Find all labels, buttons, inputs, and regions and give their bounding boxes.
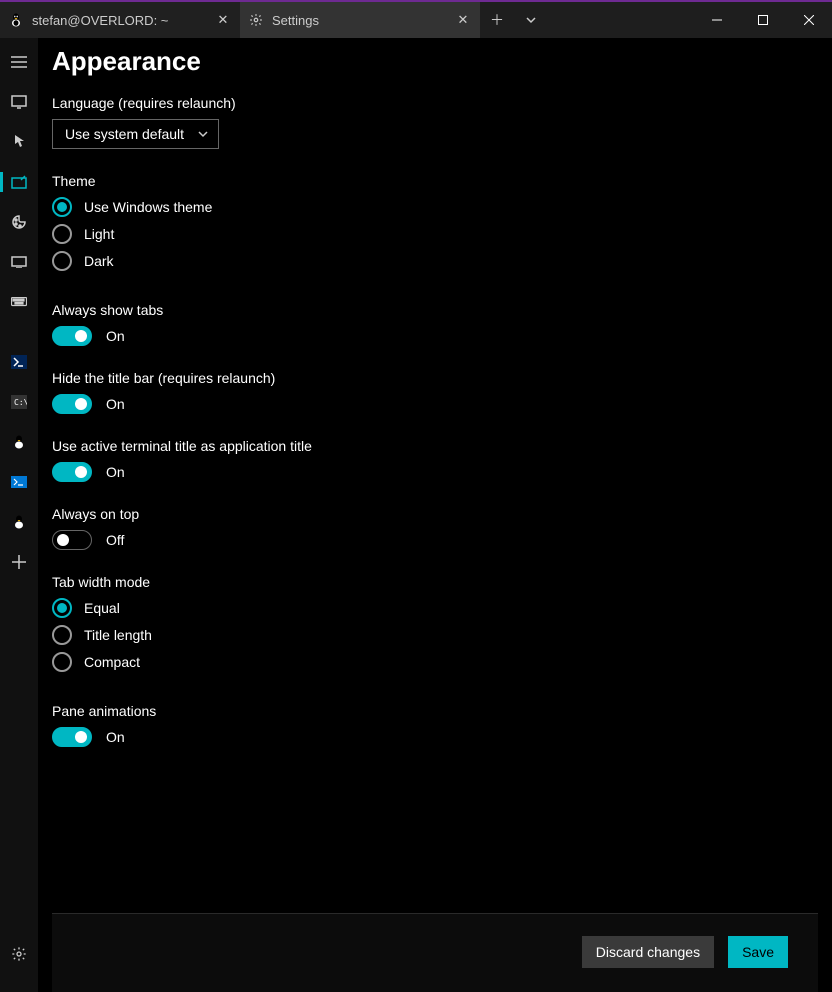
radio-icon	[52, 625, 72, 645]
hamburger-icon[interactable]	[0, 42, 38, 82]
radio-icon	[52, 598, 72, 618]
tab-label: stefan@OVERLORD: ~	[32, 13, 206, 28]
always-show-tabs-toggle[interactable]	[52, 326, 92, 346]
radio-label: Title length	[84, 627, 152, 643]
language-dropdown[interactable]: Use system default	[52, 119, 219, 149]
hide-title-bar-toggle[interactable]	[52, 394, 92, 414]
main-area: C:\ Appearance Language (requires relaun…	[0, 38, 832, 992]
setting-label: Tab width mode	[52, 574, 818, 590]
close-icon[interactable]: ✕	[454, 12, 472, 28]
setting-label: Pane animations	[52, 703, 818, 719]
use-active-title-toggle[interactable]	[52, 462, 92, 482]
tab-terminal[interactable]: stefan@OVERLORD: ~ ✕	[0, 2, 240, 38]
appearance-icon[interactable]	[0, 162, 38, 202]
setting-label: Theme	[52, 173, 818, 189]
tab-dropdown-button[interactable]	[514, 15, 548, 25]
tab-actions: ＋	[480, 2, 548, 38]
toggle-state: On	[106, 396, 125, 412]
settings-sidebar: C:\	[0, 38, 38, 992]
chevron-down-icon	[198, 129, 208, 139]
svg-text:C:\: C:\	[14, 398, 27, 407]
tab-label: Settings	[272, 13, 446, 28]
setting-always-on-top: Always on top Off	[52, 506, 818, 550]
setting-label: Language (requires relaunch)	[52, 95, 818, 111]
page-title: Appearance	[52, 46, 818, 77]
radio-label: Dark	[84, 253, 114, 269]
discard-button[interactable]: Discard changes	[582, 936, 714, 968]
radio-icon	[52, 197, 72, 217]
setting-label: Hide the title bar (requires relaunch)	[52, 370, 818, 386]
radio-label: Use Windows theme	[84, 199, 212, 215]
tab-settings[interactable]: Settings ✕	[240, 2, 480, 38]
setting-pane-animations: Pane animations On	[52, 703, 818, 747]
theme-option-windows[interactable]: Use Windows theme	[52, 197, 818, 217]
actions-icon[interactable]	[0, 282, 38, 322]
setting-always-show-tabs: Always show tabs On	[52, 302, 818, 346]
gear-icon	[248, 12, 264, 28]
setting-theme: Theme Use Windows theme Light Dark	[52, 173, 818, 278]
profile-azure-icon[interactable]	[0, 462, 38, 502]
setting-use-active-title: Use active terminal title as application…	[52, 438, 818, 482]
color-schemes-icon[interactable]	[0, 202, 38, 242]
setting-hide-title-bar: Hide the title bar (requires relaunch) O…	[52, 370, 818, 414]
always-on-top-toggle[interactable]	[52, 530, 92, 550]
minimize-button[interactable]	[694, 2, 740, 38]
setting-label: Use active terminal title as application…	[52, 438, 818, 454]
startup-icon[interactable]	[0, 82, 38, 122]
radio-icon	[52, 652, 72, 672]
setting-label: Always show tabs	[52, 302, 818, 318]
profile-linux-icon[interactable]	[0, 422, 38, 462]
setting-tab-width-mode: Tab width mode Equal Title length Compac…	[52, 574, 818, 679]
tabwidth-option-equal[interactable]: Equal	[52, 598, 818, 618]
tabwidth-option-titlelength[interactable]: Title length	[52, 625, 818, 645]
setting-label: Always on top	[52, 506, 818, 522]
new-tab-button[interactable]: ＋	[480, 10, 514, 30]
close-icon[interactable]: ✕	[214, 12, 232, 28]
radio-icon	[52, 224, 72, 244]
tab-strip: stefan@OVERLORD: ~ ✕ Settings ✕	[0, 2, 480, 38]
toggle-state: On	[106, 328, 125, 344]
footer: Discard changes Save	[52, 913, 818, 992]
profile-linux2-icon[interactable]	[0, 502, 38, 542]
toggle-state: Off	[106, 532, 124, 548]
toggle-state: On	[106, 464, 125, 480]
rendering-icon[interactable]	[0, 242, 38, 282]
dropdown-value: Use system default	[65, 126, 184, 142]
profile-powershell-icon[interactable]	[0, 342, 38, 382]
save-button[interactable]: Save	[728, 936, 788, 968]
theme-option-dark[interactable]: Dark	[52, 251, 818, 271]
pane-animations-toggle[interactable]	[52, 727, 92, 747]
window-controls	[694, 2, 832, 38]
toggle-state: On	[106, 729, 125, 745]
maximize-button[interactable]	[740, 2, 786, 38]
interaction-icon[interactable]	[0, 122, 38, 162]
add-profile-icon[interactable]	[0, 542, 38, 582]
setting-language: Language (requires relaunch) Use system …	[52, 95, 818, 149]
settings-gear-icon[interactable]	[0, 934, 38, 974]
tux-icon	[8, 12, 24, 28]
title-bar: stefan@OVERLORD: ~ ✕ Settings ✕ ＋	[0, 0, 832, 38]
profile-cmd-icon[interactable]: C:\	[0, 382, 38, 422]
radio-label: Equal	[84, 600, 120, 616]
tabwidth-option-compact[interactable]: Compact	[52, 652, 818, 672]
close-window-button[interactable]	[786, 2, 832, 38]
radio-label: Compact	[84, 654, 140, 670]
radio-label: Light	[84, 226, 114, 242]
settings-content: Appearance Language (requires relaunch) …	[38, 38, 832, 992]
radio-icon	[52, 251, 72, 271]
theme-option-light[interactable]: Light	[52, 224, 818, 244]
